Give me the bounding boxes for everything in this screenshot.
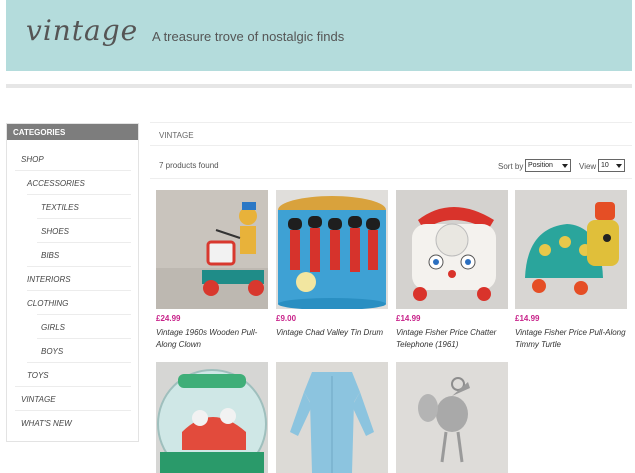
sidebar-item-whats-new[interactable]: WHAT'S NEW: [21, 419, 72, 428]
sidebar-divider: [27, 290, 131, 291]
sidebar-item-shop[interactable]: SHOP: [21, 155, 44, 164]
sidebar-divider: [37, 218, 131, 219]
sidebar-divider: [37, 338, 131, 339]
product-price: £9.00: [276, 314, 297, 323]
product-card[interactable]: £14.99 Vintage Fisher Price Chatter Tele…: [396, 190, 508, 350]
sort-by-value: Position: [528, 162, 553, 169]
product-name[interactable]: Vintage 1960s Wooden Pull-Along Clown: [156, 327, 268, 351]
site-header: vintage A treasure trove of nostalgic fi…: [6, 0, 632, 71]
sort-by-select[interactable]: Position: [525, 159, 571, 172]
sidebar-divider: [27, 194, 131, 195]
product-image[interactable]: [515, 190, 627, 309]
sidebar-divider: [27, 266, 131, 267]
sidebar-divider: [15, 386, 131, 387]
sidebar-item-shoes[interactable]: SHOES: [41, 227, 69, 236]
product-card[interactable]: [276, 362, 388, 473]
chevron-down-icon: [616, 164, 622, 168]
sidebar-divider: [15, 170, 131, 171]
sidebar-item-clothing[interactable]: CLOTHING: [27, 299, 68, 308]
view-label: View: [579, 162, 597, 171]
sidebar-divider: [27, 362, 131, 363]
product-image[interactable]: [276, 190, 388, 309]
product-card[interactable]: £9.00 Vintage Chad Valley Tin Drum: [276, 190, 388, 350]
chevron-down-icon: [562, 164, 568, 168]
product-card[interactable]: £14.99 Vintage Fisher Price Pull-Along T…: [515, 190, 627, 350]
product-image[interactable]: [156, 362, 268, 473]
products-found-count: 7 products found: [159, 161, 219, 170]
product-image[interactable]: [396, 362, 508, 473]
product-image[interactable]: [276, 362, 388, 473]
sidebar-heading: CATEGORIES: [7, 124, 138, 140]
breadcrumb-bar: VINTAGE: [150, 122, 632, 146]
product-card[interactable]: [156, 362, 268, 473]
sidebar-item-boys[interactable]: BOYS: [41, 347, 63, 356]
sidebar-divider: [15, 410, 131, 411]
listing-divider: [150, 178, 632, 179]
sidebar-item-accessories[interactable]: ACCESSORIES: [27, 179, 85, 188]
breadcrumb: VINTAGE: [159, 131, 194, 140]
sidebar-item-textiles[interactable]: TEXTILES: [41, 203, 79, 212]
sidebar-item-toys[interactable]: TOYS: [27, 371, 49, 380]
site-tagline: A treasure trove of nostalgic finds: [152, 29, 345, 44]
product-name[interactable]: Vintage Fisher Price Pull-Along Timmy Tu…: [515, 327, 627, 351]
view-count-value: 10: [601, 162, 609, 169]
product-price: £24.99: [156, 314, 181, 323]
sidebar-item-girls[interactable]: GIRLS: [41, 323, 65, 332]
product-card[interactable]: [396, 362, 508, 473]
header-divider: [6, 84, 632, 88]
sidebar-item-bibs[interactable]: BIBS: [41, 251, 59, 260]
product-image[interactable]: [396, 190, 508, 309]
site-logo[interactable]: vintage: [26, 14, 138, 47]
sidebar-divider: [37, 314, 131, 315]
product-name[interactable]: Vintage Fisher Price Chatter Telephone (…: [396, 327, 508, 351]
sidebar-item-interiors[interactable]: INTERIORS: [27, 275, 71, 284]
product-image[interactable]: [156, 190, 268, 309]
sidebar-item-vintage[interactable]: VINTAGE: [21, 395, 56, 404]
sidebar-divider: [37, 242, 131, 243]
view-count-select[interactable]: 10: [598, 159, 625, 172]
sort-by-label: Sort by: [498, 162, 524, 171]
product-name[interactable]: Vintage Chad Valley Tin Drum: [276, 327, 388, 339]
category-sidebar: CATEGORIES SHOP ACCESSORIES TEXTILES SHO…: [6, 123, 139, 442]
product-price: £14.99: [396, 314, 421, 323]
product-price: £14.99: [515, 314, 540, 323]
product-card[interactable]: £24.99 Vintage 1960s Wooden Pull-Along C…: [156, 190, 268, 350]
